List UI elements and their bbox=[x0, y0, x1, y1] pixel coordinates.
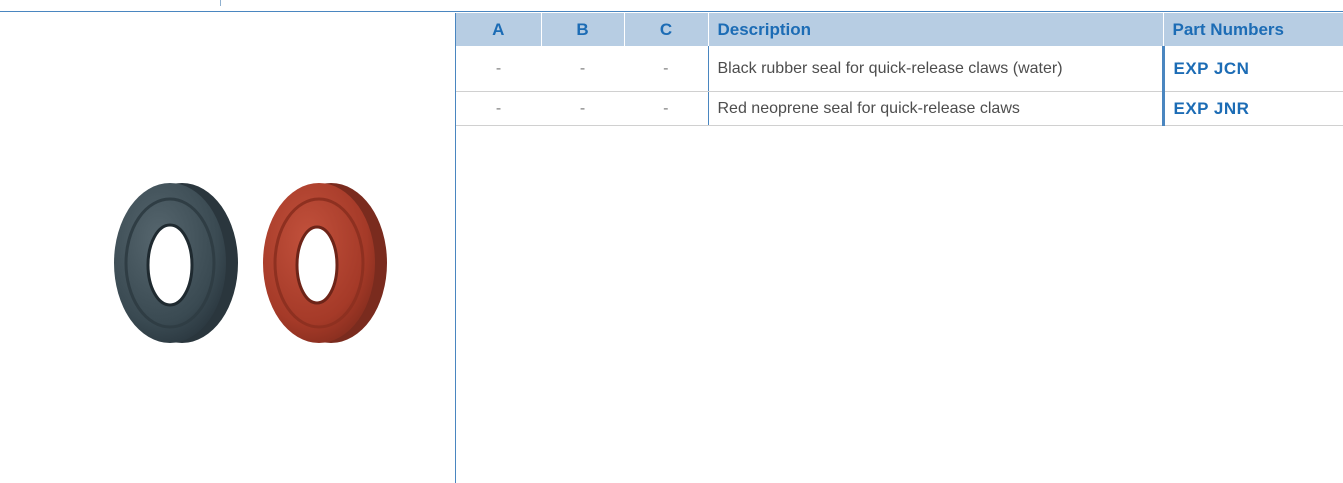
red-neoprene-seal-image bbox=[263, 183, 387, 343]
cell-a: - bbox=[456, 91, 541, 126]
table-row: - - - Red neoprene seal for quick-releas… bbox=[456, 91, 1343, 126]
cell-b: - bbox=[541, 91, 624, 126]
column-header-description: Description bbox=[708, 13, 1164, 46]
table-row: - - - Black rubber seal for quick-releas… bbox=[456, 46, 1343, 92]
cell-description: Red neoprene seal for quick-release claw… bbox=[707, 91, 1163, 126]
column-header-a: A bbox=[456, 13, 542, 46]
table-header-row: A B C Description Part Numbers bbox=[456, 13, 1343, 46]
black-rubber-seal-image bbox=[114, 183, 238, 343]
top-rule bbox=[0, 0, 1343, 12]
product-image-panel bbox=[0, 13, 455, 483]
column-header-part-numbers: Part Numbers bbox=[1163, 13, 1343, 46]
part-number-link[interactable]: EXP JNR bbox=[1161, 91, 1343, 126]
cell-a: - bbox=[456, 46, 541, 92]
column-header-c: C bbox=[624, 13, 709, 46]
column-header-b: B bbox=[541, 13, 625, 46]
cell-description: Black rubber seal for quick-release claw… bbox=[707, 46, 1163, 92]
cell-b: - bbox=[541, 46, 624, 92]
cell-c: - bbox=[624, 46, 708, 92]
parts-table: A B C Description Part Numbers - - - Bla… bbox=[456, 13, 1343, 126]
part-number-link[interactable]: EXP JCN bbox=[1161, 46, 1343, 92]
cell-c: - bbox=[624, 91, 708, 126]
top-tick bbox=[220, 0, 221, 6]
